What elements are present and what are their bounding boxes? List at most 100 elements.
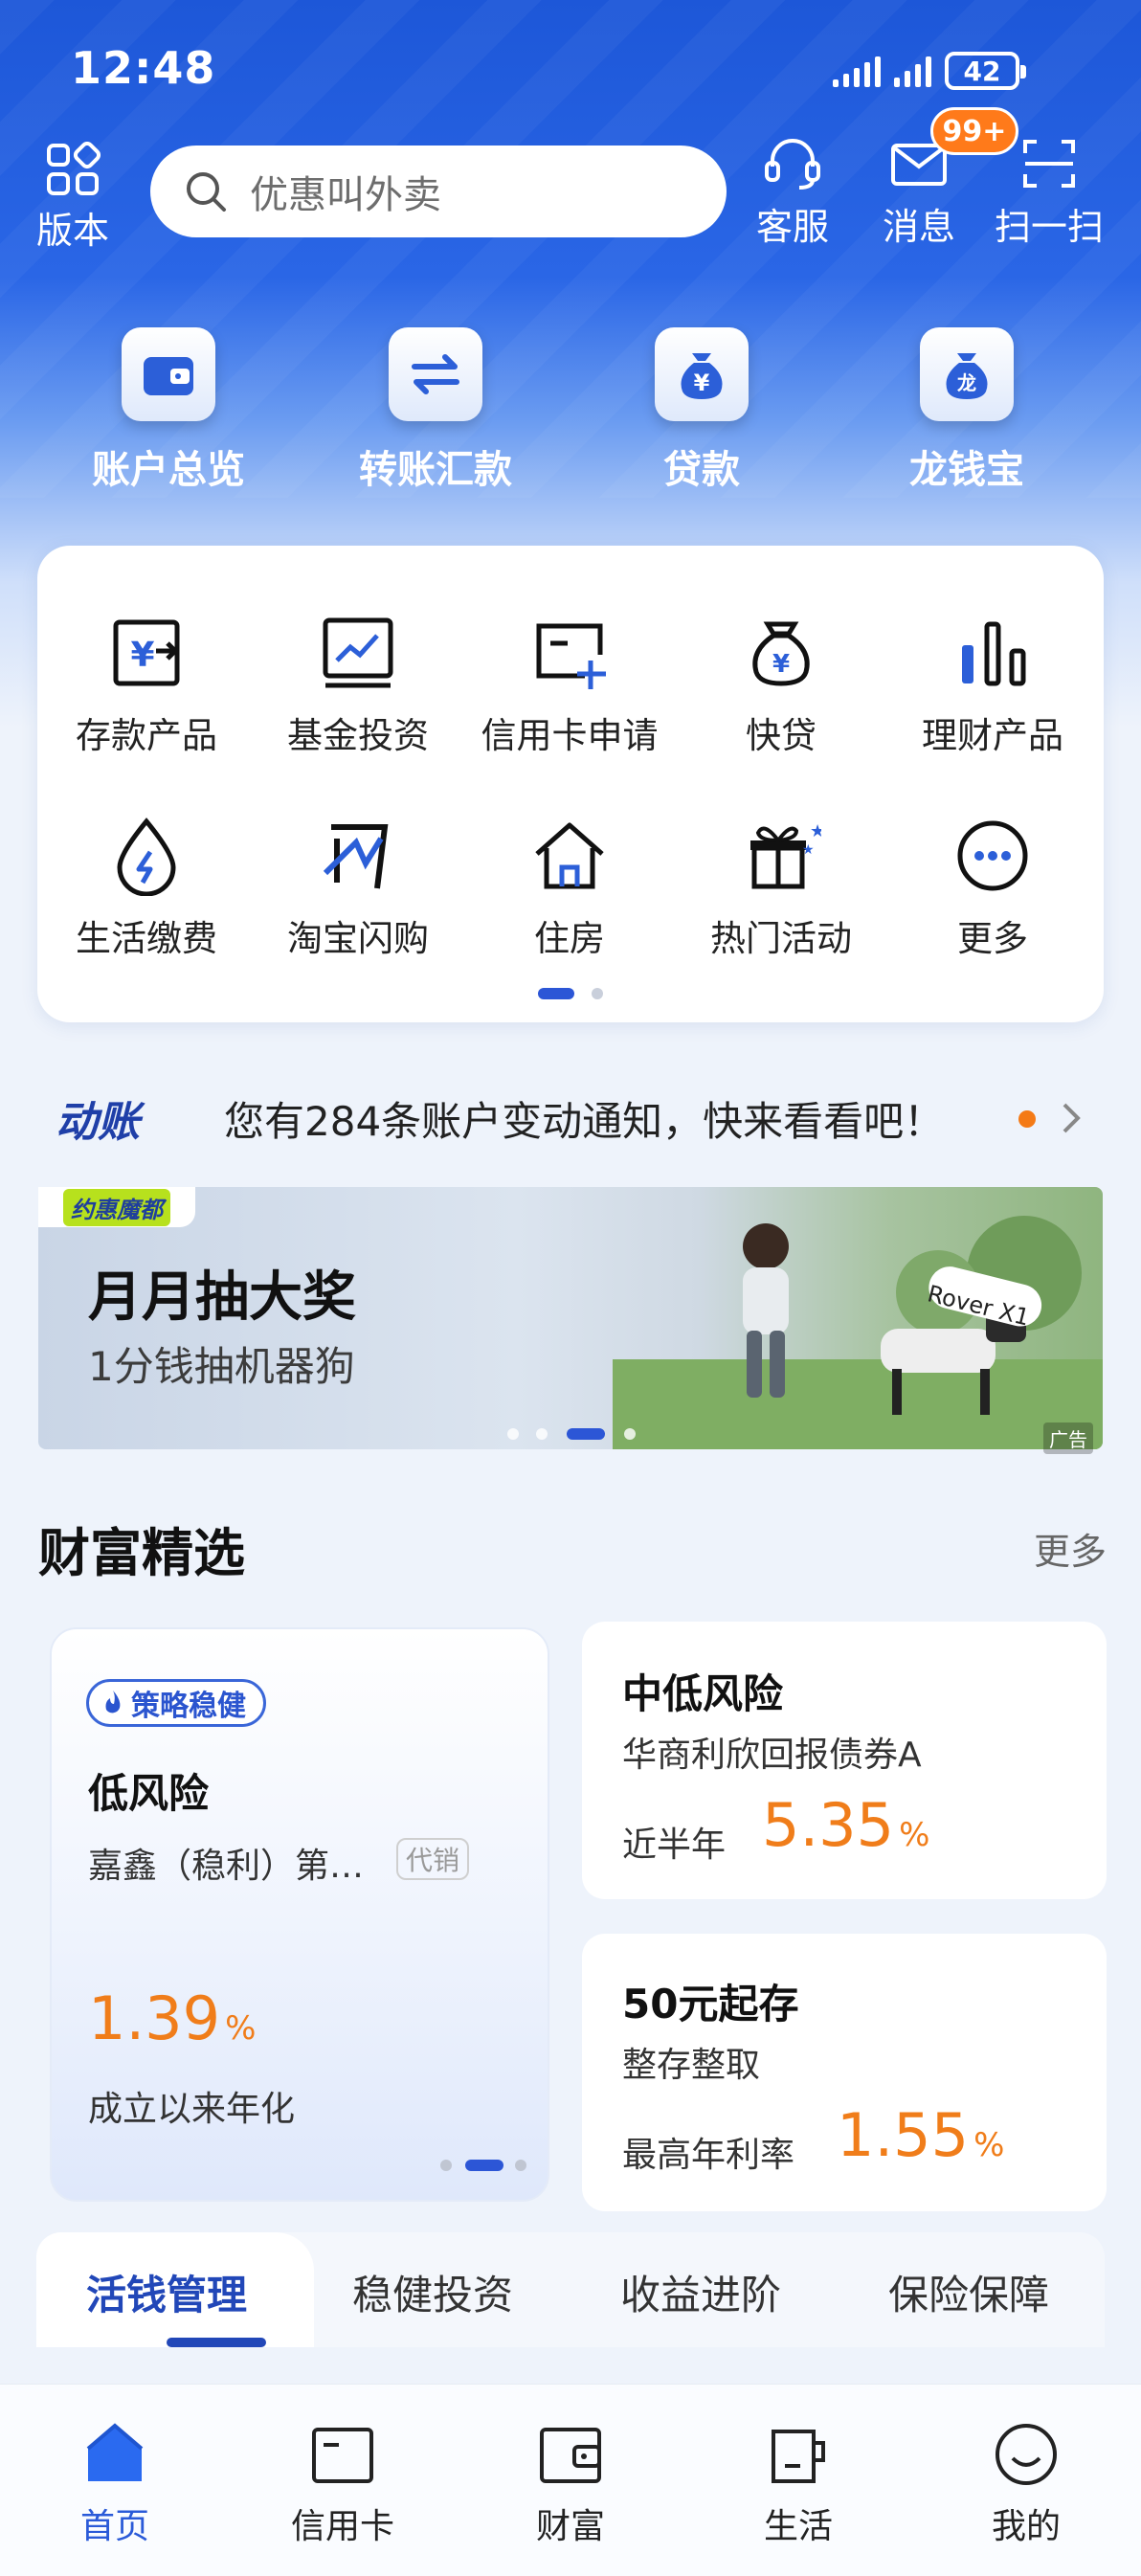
quick-action-label: 转账汇款: [359, 448, 512, 492]
nav-profile[interactable]: 我的: [930, 2420, 1122, 2548]
search-bar[interactable]: 优惠叫外卖: [150, 146, 727, 237]
chevron-right-icon[interactable]: [1057, 1099, 1084, 1137]
featured-risk: 低风险: [88, 1770, 210, 1817]
quick-action-longqianbao[interactable]: 龙 龙钱宝: [861, 327, 1072, 494]
version-label: 版本: [35, 210, 109, 252]
flame-icon: [105, 1691, 121, 1714]
strategy-chip-label: 策略稳健: [131, 1690, 246, 1723]
customer-service-button[interactable]: 客服: [750, 134, 835, 250]
signal-icon: [894, 55, 931, 87]
nav-label: 首页: [79, 2507, 149, 2546]
tab-advanced-returns[interactable]: 收益进阶: [620, 2263, 781, 2321]
service-label: 理财产品: [922, 715, 1063, 756]
fund-chart-icon: [323, 617, 393, 688]
gift-icon: ★ ★: [750, 821, 821, 889]
version-button[interactable]: 版本: [34, 142, 111, 254]
card-dot: [515, 2160, 526, 2171]
svg-text:¥: ¥: [130, 636, 154, 675]
nav-label: 我的: [991, 2507, 1061, 2546]
message-label: 消息: [882, 206, 955, 248]
quick-action-label: 账户总览: [92, 448, 245, 492]
flash-buy-icon: [323, 824, 389, 889]
service-label: 更多: [957, 918, 1028, 959]
nav-wealth[interactable]: 财富: [475, 2420, 666, 2548]
strategy-chip: 策略稳健: [86, 1679, 266, 1727]
credit-card-add-icon: [536, 623, 606, 689]
card-dot: [440, 2160, 452, 2171]
scan-label: 扫一扫: [994, 206, 1104, 248]
service-label: 基金投资: [287, 715, 429, 756]
section-title: 财富精选: [38, 1523, 245, 1583]
home-icon: [86, 2423, 144, 2481]
tab-insurance[interactable]: 保险保障: [888, 2263, 1049, 2321]
card-a-rate-pct: %: [899, 1816, 930, 1854]
ad-label: 广告: [1043, 1422, 1093, 1454]
nav-credit-card[interactable]: 信用卡: [247, 2420, 438, 2548]
service-housing[interactable]: 住房: [463, 816, 676, 961]
service-utilities[interactable]: 生活缴费: [40, 816, 253, 961]
tab-cash-management[interactable]: 活钱管理: [86, 2263, 247, 2321]
scan-button[interactable]: 扫一扫: [992, 134, 1107, 250]
banner-tag: 约惠魔都: [38, 1187, 195, 1227]
nav-label: 信用卡: [290, 2507, 394, 2546]
card-a-rate-value: 5.35: [762, 1790, 895, 1860]
featured-rate-label: 成立以来年化: [88, 2090, 296, 2129]
dragon-bag-icon: 龙: [920, 327, 1014, 421]
signal-icon: [833, 55, 881, 87]
cup-icon: [772, 2430, 825, 2483]
card-b-rate-pct: %: [973, 2126, 1005, 2164]
banner-tag-text: 约惠魔都: [63, 1188, 170, 1226]
quick-action-label: 龙钱宝: [909, 448, 1024, 492]
quick-action-transfer[interactable]: 转账汇款: [330, 327, 541, 494]
service-deposit[interactable]: ¥ 存款产品: [40, 613, 253, 758]
page-indicator-active: [538, 988, 574, 999]
card-a-risk: 中低风险: [622, 1670, 784, 1717]
transfer-icon: [389, 327, 482, 421]
service-wealth-products[interactable]: 理财产品: [886, 613, 1099, 758]
svg-text:★: ★: [810, 821, 821, 841]
featured-rate-pct: %: [225, 2009, 257, 2048]
scan-icon: [1023, 140, 1075, 188]
headset-icon: [765, 139, 820, 190]
notice-text[interactable]: 您有284条账户变动通知，快来看看吧！: [224, 1089, 944, 1148]
notice-logo: 动账: [56, 1087, 140, 1149]
quick-action-account[interactable]: 账户总览: [63, 327, 274, 494]
quick-action-label: 贷款: [663, 448, 740, 492]
svg-text:¥: ¥: [694, 370, 710, 396]
nav-life[interactable]: 生活: [703, 2420, 894, 2548]
banner-dot: [507, 1428, 519, 1440]
service-label: 淘宝闪购: [287, 918, 429, 959]
nav-home[interactable]: 首页: [19, 2420, 211, 2548]
service-credit-card-apply[interactable]: 信用卡申请: [463, 613, 676, 758]
grid-icon: [47, 142, 101, 195]
card-b-title: 50元起存: [622, 1981, 799, 2027]
card-a-product: 华商利欣回报债券A: [622, 1736, 922, 1775]
card-b-rate: 1.55 %: [837, 2100, 1004, 2170]
service-fund[interactable]: 基金投资: [252, 613, 464, 758]
wealth-more-link[interactable]: 更多: [1034, 1522, 1107, 1575]
featured-product-name: 嘉鑫（稳利）第…: [88, 1847, 365, 1886]
banner-dot-active: [567, 1428, 605, 1440]
notice-unread-dot: [1018, 1110, 1036, 1128]
card-b-product: 整存整取: [622, 2046, 761, 2085]
service-hot-events[interactable]: ★ ★ 热门活动: [675, 816, 887, 961]
tab-steady-investment[interactable]: 稳健投资: [352, 2263, 513, 2321]
svg-text:★: ★: [802, 842, 815, 858]
status-icons: 42: [833, 48, 1026, 94]
more-icon: [957, 820, 1028, 891]
house-icon: [535, 822, 604, 889]
service-label: 快贷: [746, 715, 817, 756]
banner-dot: [536, 1428, 548, 1440]
search-icon: [187, 172, 226, 212]
battery-icon: 42: [945, 52, 1026, 90]
service-label: 住房: [534, 918, 605, 959]
quick-action-loan[interactable]: ¥ 贷款: [596, 327, 807, 494]
service-label: 客服: [755, 206, 829, 248]
tab-underline: [167, 2338, 266, 2347]
status-time: 12:48: [71, 42, 216, 94]
card-b-rate-label: 最高年利率: [622, 2136, 795, 2175]
service-taobao-flash[interactable]: 淘宝闪购: [252, 816, 464, 961]
service-more[interactable]: 更多: [886, 816, 1099, 961]
service-label: 热门活动: [710, 918, 852, 959]
service-quick-loan[interactable]: ¥ 快贷: [675, 613, 887, 758]
